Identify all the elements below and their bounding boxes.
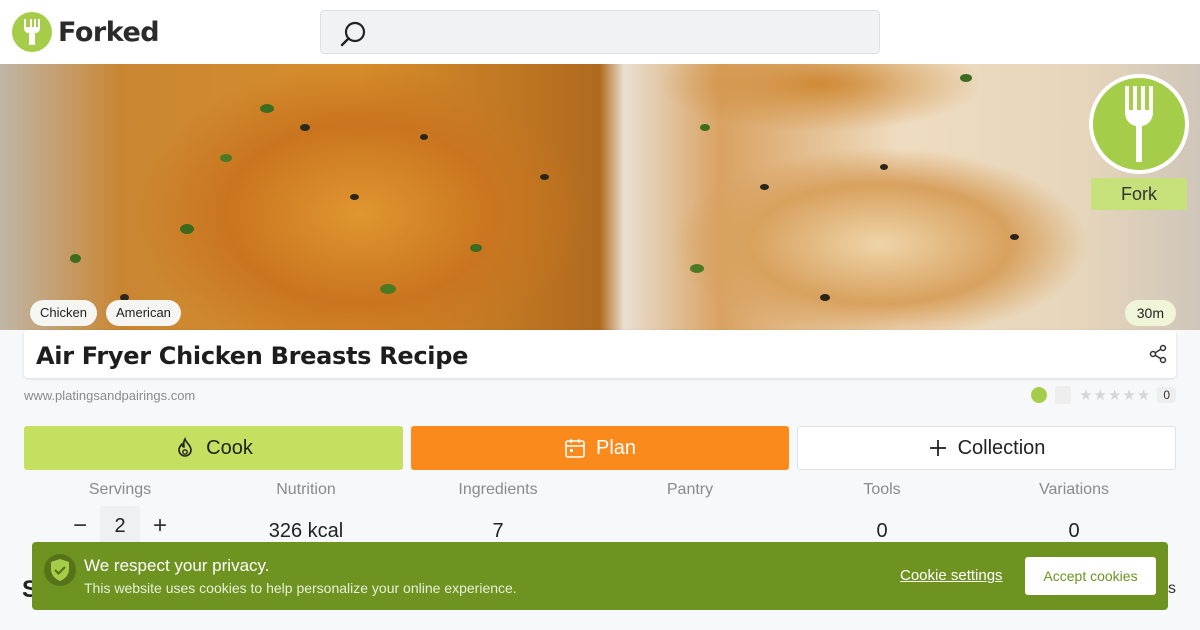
- cook-label: Cook: [206, 436, 253, 459]
- tag-chip[interactable]: Chicken: [30, 300, 97, 326]
- section-text-peek: s: [1168, 580, 1176, 597]
- cookie-settings-link[interactable]: Cookie settings: [900, 567, 1003, 584]
- pantry-label: Pantry: [666, 481, 714, 498]
- add-to-collection-button[interactable]: Collection: [797, 426, 1176, 470]
- recipe-title-card: Air Fryer Chicken Breasts Recipe: [24, 330, 1176, 378]
- accept-cookies-button[interactable]: Accept cookies: [1025, 557, 1156, 595]
- tag-chip[interactable]: American: [106, 300, 181, 326]
- decrease-servings-button[interactable]: −: [60, 506, 100, 546]
- fork-button[interactable]: Fork: [1091, 178, 1187, 210]
- recipe-hero-image: [0, 64, 1200, 330]
- cookie-description: This website uses cookies to help person…: [84, 580, 517, 596]
- share-icon[interactable]: [1148, 344, 1168, 369]
- ingredients-label: Ingredients: [458, 481, 538, 498]
- rating-count: 0: [1157, 387, 1176, 403]
- cookie-banner: We respect your privacy. This website us…: [32, 542, 1168, 610]
- tools-label: Tools: [863, 481, 901, 498]
- pantry-stat[interactable]: Pantry: [594, 478, 786, 546]
- fork-icon[interactable]: [1089, 74, 1189, 174]
- top-bar: Forked: [0, 0, 1200, 64]
- recipe-source-link[interactable]: www.platingsandpairings.com: [24, 388, 195, 403]
- nutrition-label: Nutrition: [276, 481, 336, 498]
- placeholder-box: [1055, 386, 1072, 404]
- servings-label: Servings: [88, 481, 152, 498]
- search-input[interactable]: [320, 10, 880, 54]
- plus-icon: [929, 440, 946, 456]
- flame-icon: [178, 437, 192, 457]
- recipe-title: Air Fryer Chicken Breasts Recipe: [36, 342, 469, 370]
- servings-stat: Servings − 2 +: [24, 478, 216, 546]
- nutrition-stat[interactable]: Nutrition 326 kcal: [210, 478, 402, 546]
- cookie-title: We respect your privacy.: [84, 556, 270, 575]
- brand-logo[interactable]: Forked: [12, 12, 160, 52]
- calendar-icon: [565, 439, 585, 458]
- shield-check-icon: [44, 554, 76, 586]
- fork-mini-icon: [1031, 387, 1048, 403]
- collection-label: Collection: [957, 436, 1046, 459]
- cook-button[interactable]: Cook: [24, 426, 403, 470]
- tools-stat[interactable]: Tools 0: [786, 478, 978, 546]
- fork-badge[interactable]: Fork: [1088, 74, 1190, 210]
- star-rating[interactable]: ★★★★★: [1079, 386, 1151, 404]
- ingredients-stat[interactable]: Ingredients 7: [402, 478, 594, 546]
- brand-name: Forked: [58, 16, 160, 48]
- variations-label: Variations: [1039, 481, 1109, 498]
- plan-button[interactable]: Plan: [411, 426, 789, 470]
- cook-time-badge: 30m: [1124, 300, 1176, 326]
- plan-label: Plan: [595, 436, 637, 459]
- fork-logo-icon: [12, 12, 52, 52]
- servings-value[interactable]: 2: [100, 506, 140, 546]
- variations-stat[interactable]: Variations 0: [978, 478, 1170, 546]
- increase-servings-button[interactable]: +: [140, 506, 180, 546]
- servings-stepper[interactable]: − 2 +: [24, 506, 216, 546]
- search-icon[interactable]: [339, 20, 367, 53]
- rating-bar: ★★★★★ 0: [1031, 386, 1176, 404]
